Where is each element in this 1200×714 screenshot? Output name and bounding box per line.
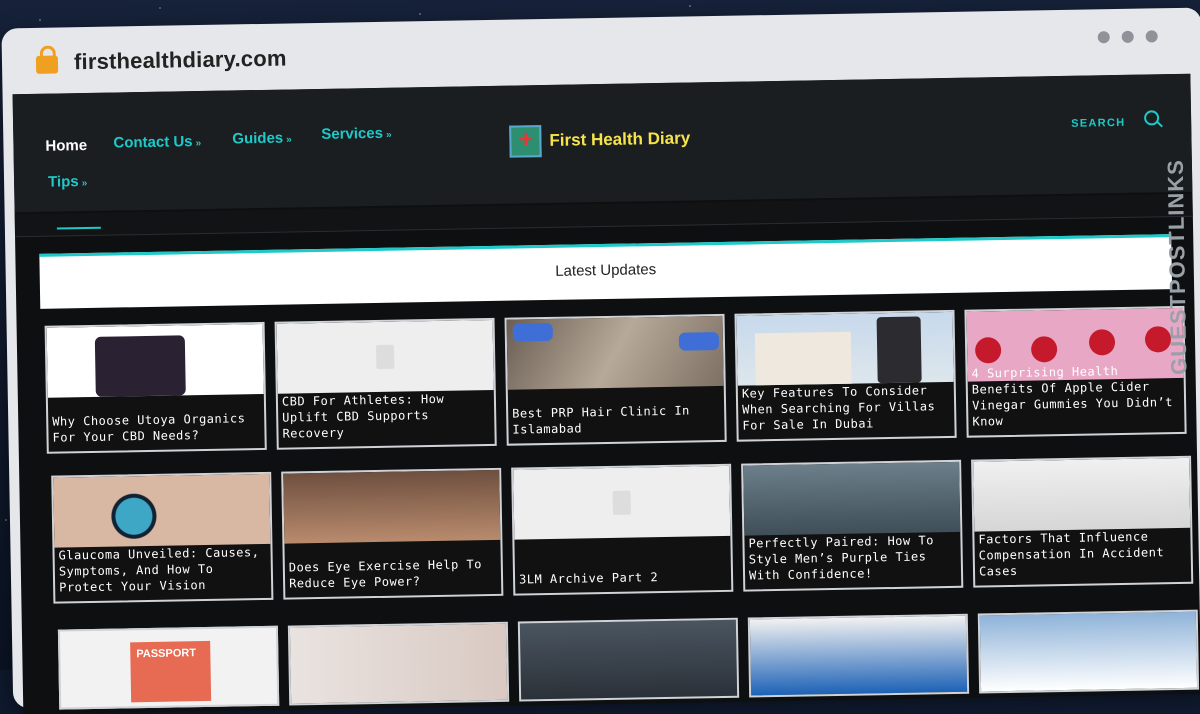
chevron-down-icon: » — [286, 134, 292, 146]
chevron-down-icon: » — [195, 138, 202, 150]
apple-image — [1088, 329, 1116, 356]
article-thumbnail — [283, 469, 501, 544]
article-grid: Why Choose Utoya Organics For Your CBD N… — [44, 305, 1200, 710]
article-thumbnail — [506, 315, 724, 390]
dot-icon[interactable] — [1145, 30, 1158, 43]
article-card[interactable] — [287, 621, 510, 706]
chevron-down-icon: » — [385, 129, 392, 141]
document-icon — [375, 344, 395, 369]
section-title: Latest Updates — [555, 261, 657, 280]
article-card[interactable]: Key Features To Consider When Searching … — [734, 309, 957, 442]
nav-guides[interactable]: Guides» — [232, 129, 292, 148]
url-text[interactable]: firsthealthdiary.com — [74, 46, 287, 76]
article-title: 4 Surprising Health Benefits Of Apple Ci… — [971, 364, 1174, 429]
article-card[interactable]: 3LM Archive Part 2 — [511, 463, 734, 596]
watermark-text: GUESTPOSTLINKS — [1162, 158, 1192, 376]
cross-logo-icon — [509, 125, 542, 158]
nav-contact[interactable]: Contact Us» — [113, 133, 202, 151]
apple-image — [1030, 336, 1058, 363]
nav-tips[interactable]: Tips» — [48, 173, 87, 191]
calculator-image — [876, 316, 922, 384]
article-thumbnail — [46, 323, 264, 398]
lock-icon — [35, 55, 59, 74]
article-card[interactable]: Why Choose Utoya Organics For Your CBD N… — [44, 321, 267, 454]
passport-text: PASSPORT — [136, 647, 197, 661]
dot-icon[interactable] — [1121, 30, 1134, 43]
site-header: Home Contact Us» Guides» Services» Tips»… — [12, 73, 1193, 213]
article-card[interactable]: Factors That Influence Compensation In A… — [971, 455, 1194, 588]
article-card[interactable] — [977, 609, 1200, 694]
cbd-jar-image — [94, 335, 186, 397]
apple-image — [974, 337, 1002, 364]
site-logo[interactable]: First Health Diary — [509, 122, 690, 158]
gloved-hand-image — [678, 332, 720, 351]
article-card[interactable]: CBD For Athletes: How Uplift CBD Support… — [274, 317, 497, 450]
gloved-hand-image — [512, 322, 553, 342]
article-card[interactable]: 4 Surprising Health Benefits Of Apple Ci… — [964, 305, 1187, 438]
article-card[interactable]: Glaucoma Unveiled: Causes, Symptoms, And… — [51, 471, 274, 604]
chevron-down-icon: » — [81, 178, 88, 190]
article-title: Best PRP Hair Clinic In Islamabad — [512, 403, 690, 437]
window-controls — [1097, 30, 1158, 44]
article-thumbnail — [973, 457, 1191, 532]
nav-services[interactable]: Services» — [321, 125, 392, 143]
article-title: 3LM Archive Part 2 — [518, 570, 659, 587]
article-title: CBD For Athletes: How Uplift CBD Support… — [281, 391, 445, 441]
article-title: Why Choose Utoya Organics For Your CBD N… — [52, 411, 246, 445]
article-card[interactable]: Best PRP Hair Clinic In Islamabad — [504, 313, 727, 446]
dot-icon[interactable] — [1097, 31, 1110, 44]
document-icon — [612, 490, 631, 515]
browser-window: firsthealthdiary.com Home Contact Us» Gu… — [1, 7, 1200, 714]
article-title: Perfectly Paired: How To Style Men’s Pur… — [748, 533, 934, 583]
page-viewport: Home Contact Us» Guides» Services» Tips»… — [12, 73, 1200, 714]
search-label[interactable]: SEARCH — [1071, 117, 1125, 130]
article-card[interactable]: PASSPORT — [57, 625, 280, 710]
article-title: Key Features To Consider When Searching … — [741, 383, 936, 433]
article-title: Factors That Influence Compensation In A… — [978, 529, 1165, 579]
article-card[interactable] — [747, 613, 970, 698]
article-title: Does Eye Exercise Help To Reduce Eye Pow… — [288, 557, 483, 591]
article-card[interactable]: Does Eye Exercise Help To Reduce Eye Pow… — [281, 467, 504, 600]
article-thumbnail — [743, 461, 961, 536]
article-title: Glaucoma Unveiled: Causes, Symptoms, And… — [58, 545, 260, 595]
search-icon[interactable] — [1143, 110, 1160, 126]
article-thumbnail — [513, 465, 731, 540]
article-thumbnail — [276, 319, 494, 394]
article-card[interactable]: Perfectly Paired: How To Style Men’s Pur… — [741, 459, 964, 592]
article-thumbnail — [736, 311, 954, 386]
latest-updates-banner: Latest Updates — [39, 234, 1173, 309]
villa-image — [754, 331, 852, 386]
article-card[interactable] — [517, 617, 740, 702]
article-thumbnail — [53, 473, 271, 548]
nav-home[interactable]: Home — [45, 137, 87, 155]
passport-image: PASSPORT — [130, 640, 212, 703]
